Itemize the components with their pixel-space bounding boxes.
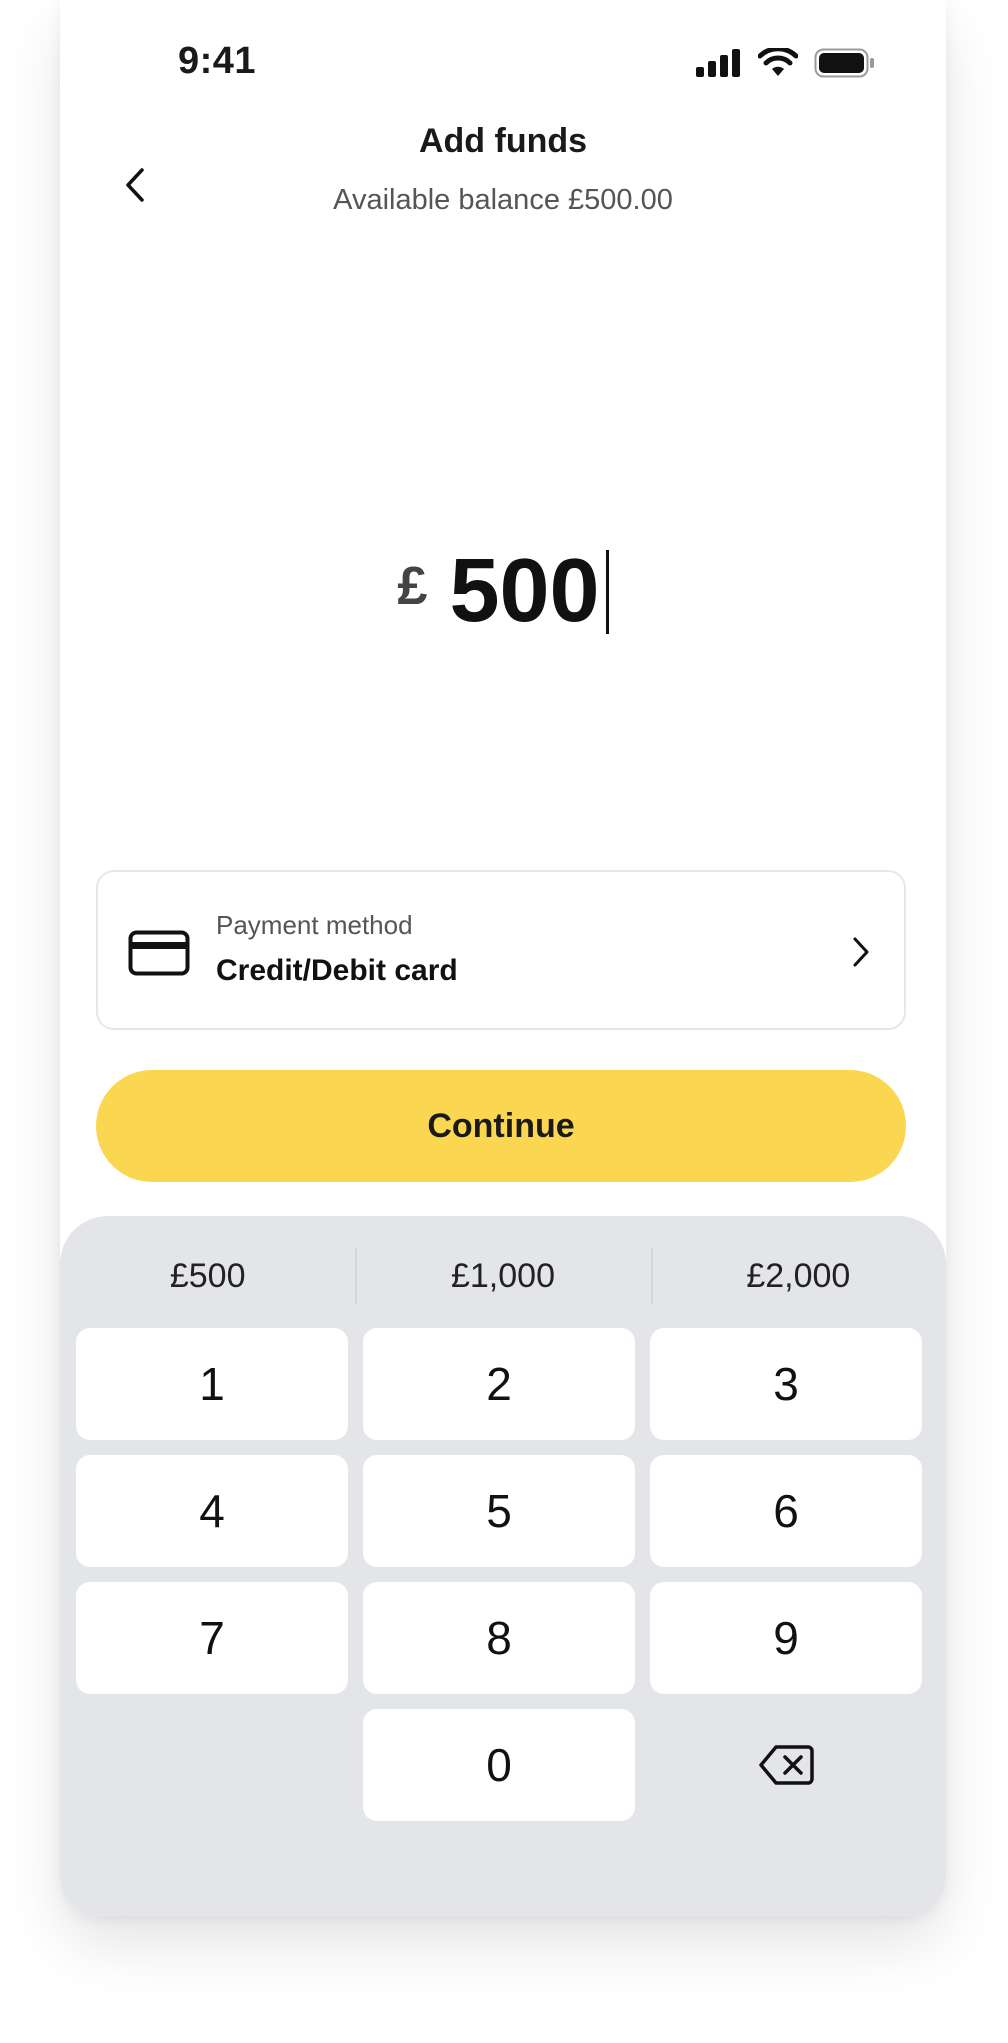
- numeric-keypad: 1 2 3 4 5 6 7 8 9 0: [76, 1328, 930, 1821]
- phone-screen: 9:41 Add funds Available balance £500.00…: [60, 0, 946, 1916]
- currency-symbol: £: [397, 555, 428, 616]
- key-blank: [76, 1709, 348, 1821]
- key-0[interactable]: 0: [363, 1709, 635, 1821]
- quick-amount-500[interactable]: £500: [60, 1236, 355, 1316]
- quick-amount-2000[interactable]: £2,000: [650, 1236, 946, 1316]
- key-5[interactable]: 5: [363, 1455, 635, 1567]
- key-1[interactable]: 1: [76, 1328, 348, 1440]
- amount-value: 500: [449, 541, 600, 641]
- quick-amount-1000[interactable]: £1,000: [355, 1236, 650, 1316]
- backspace-key[interactable]: [650, 1709, 922, 1821]
- status-icons: [696, 48, 876, 78]
- text-caret: [605, 549, 609, 634]
- payment-method-label: Payment method: [216, 910, 413, 940]
- wifi-icon: [758, 48, 798, 76]
- payment-method-value: Credit/Debit card: [216, 954, 458, 987]
- quick-amounts: £500 £1,000 £2,000: [60, 1236, 946, 1316]
- key-6[interactable]: 6: [650, 1455, 922, 1567]
- key-2[interactable]: 2: [363, 1328, 635, 1440]
- keypad-panel: £500 £1,000 £2,000 1 2 3 4 5 6 7 8 9 0: [60, 1216, 946, 1916]
- page-title: Add funds: [418, 122, 588, 160]
- key-7[interactable]: 7: [76, 1582, 348, 1694]
- key-9[interactable]: 9: [650, 1582, 922, 1694]
- backspace-icon: [759, 1745, 814, 1785]
- credit-card-icon: [128, 930, 190, 976]
- key-3[interactable]: 3: [650, 1328, 922, 1440]
- chevron-right-icon: [853, 937, 869, 967]
- key-4[interactable]: 4: [76, 1455, 348, 1567]
- signal-icon: [696, 49, 740, 77]
- status-bar: 9:41: [60, 0, 946, 130]
- battery-icon: [814, 48, 874, 78]
- available-balance: Available balance £500.00: [333, 184, 673, 216]
- continue-button[interactable]: Continue: [96, 1070, 906, 1182]
- amount-display[interactable]: £ 500: [60, 540, 946, 643]
- payment-method-selector[interactable]: Payment method Credit/Debit card: [96, 870, 906, 1030]
- key-8[interactable]: 8: [363, 1582, 635, 1694]
- status-time: 9:41: [178, 40, 257, 82]
